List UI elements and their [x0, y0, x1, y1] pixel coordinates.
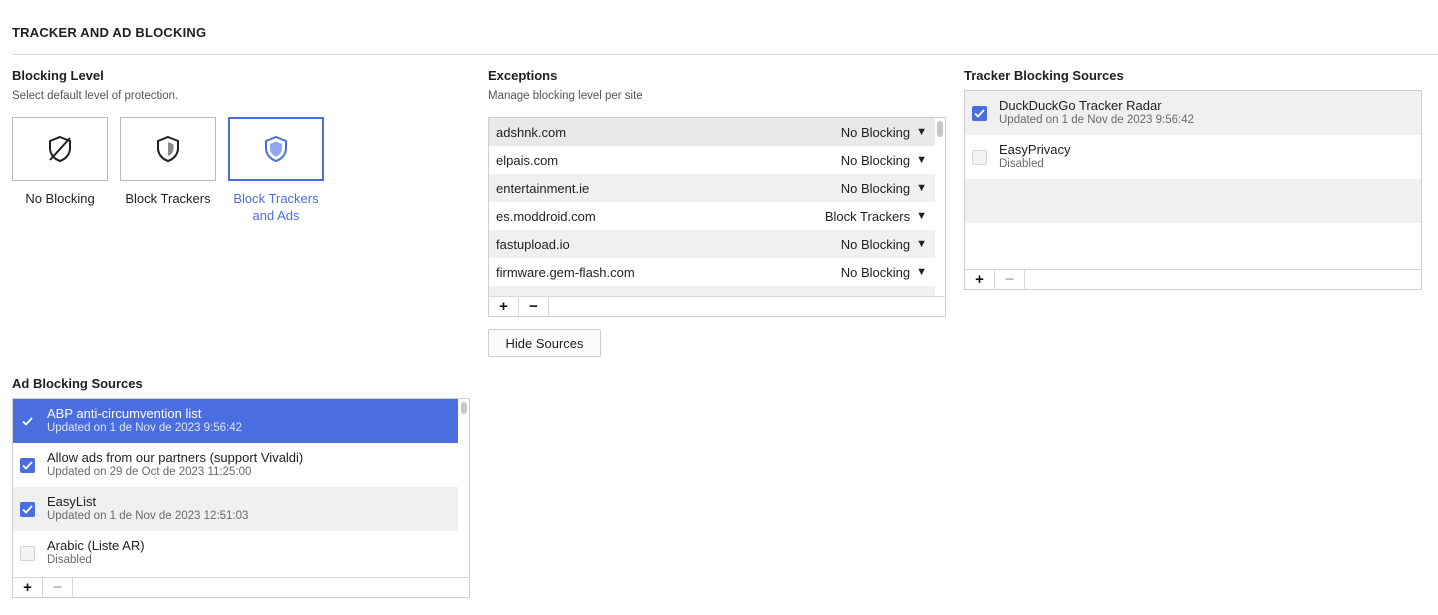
remove-tracker-source-button[interactable]: − — [995, 270, 1025, 289]
source-status: Updated on 29 de Oct de 2023 11:25:00 — [47, 466, 252, 478]
shield-full-icon — [265, 135, 287, 163]
caret-down-icon: ▼ — [916, 238, 927, 250]
remove-ad-source-button[interactable]: − — [43, 578, 73, 597]
remove-exception-button[interactable]: − — [519, 297, 549, 316]
exception-row[interactable]: adshnk.com No Blocking ▼ — [489, 118, 935, 146]
shield-half-icon — [157, 135, 179, 163]
section-divider — [12, 54, 1438, 55]
ad-sources-list[interactable]: ABP anti-circumvention list Updated on 1… — [12, 398, 470, 598]
add-ad-source-button[interactable]: + — [13, 578, 43, 597]
tile-block-trackers[interactable] — [120, 117, 216, 181]
source-name: ABP anti-circumvention list — [47, 406, 202, 421]
checkbox[interactable] — [972, 149, 987, 165]
exception-site: firmware.gem-flash.com — [496, 264, 635, 280]
tile-label-no-blocking[interactable]: No Blocking — [12, 190, 108, 207]
tile-block-trackers-and-ads[interactable] — [228, 117, 324, 181]
exceptions-list[interactable]: adshnk.com No Blocking ▼ elpais.com No Bl… — [488, 117, 946, 317]
exception-site: elpais.com — [496, 152, 559, 168]
exception-site: entertainment.ie — [496, 180, 590, 196]
blocking-level-heading: Blocking Level — [12, 68, 104, 83]
source-name: EasyList — [47, 494, 97, 509]
exception-row[interactable]: firmware.gem-flash.com No Blocking ▼ — [489, 258, 935, 286]
checkmark-icon — [22, 460, 33, 470]
checkbox[interactable] — [20, 457, 35, 473]
ad-sources-heading: Ad Blocking Sources — [12, 376, 143, 391]
shield-off-icon — [49, 135, 71, 163]
exceptions-description: Manage blocking level per site — [488, 90, 643, 102]
blocking-level-description: Select default level of protection. — [12, 90, 179, 102]
source-status: Updated on 1 de Nov de 2023 12:51:03 — [47, 510, 249, 522]
exception-level-dropdown[interactable]: No Blocking ▼ — [841, 181, 927, 196]
tile-label-line-1: Block Trackers — [233, 191, 319, 206]
source-status: Disabled — [47, 554, 92, 566]
checkmark-icon — [22, 504, 33, 514]
ad-source-row[interactable]: Allow ads from our partners (support Viv… — [13, 443, 458, 487]
checkbox[interactable] — [20, 501, 35, 517]
checkmark-icon — [22, 416, 33, 426]
ad-source-row[interactable]: EasyList Updated on 1 de Nov de 2023 12:… — [13, 487, 458, 531]
ad-sources-toolbar: + − — [13, 577, 469, 597]
caret-down-icon: ▼ — [916, 126, 927, 138]
hide-sources-button[interactable]: Hide Sources — [488, 329, 601, 357]
exception-site: es.moddroid.com — [496, 208, 596, 224]
exception-row[interactable]: elpais.com No Blocking ▼ — [489, 146, 935, 174]
source-name: EasyPrivacy — [999, 142, 1071, 157]
exception-level-dropdown[interactable]: No Blocking ▼ — [841, 265, 927, 280]
caret-down-icon: ▼ — [916, 154, 927, 166]
exceptions-heading: Exceptions — [488, 68, 558, 83]
exception-row[interactable]: fastupload.io No Blocking ▼ — [489, 230, 935, 258]
checkmark-icon — [974, 108, 985, 118]
checkbox[interactable] — [20, 414, 35, 429]
tile-no-blocking[interactable] — [12, 117, 108, 181]
exception-level-dropdown[interactable]: Block Trackers ▼ — [825, 209, 927, 224]
exception-row[interactable]: es.moddroid.com Block Trackers ▼ — [489, 202, 935, 230]
checkbox[interactable] — [972, 105, 987, 121]
section-title: TRACKER AND AD BLOCKING — [12, 25, 207, 40]
ad-sources-scrollbar[interactable] — [461, 402, 467, 414]
source-name: Arabic (Liste AR) — [47, 538, 145, 553]
ad-source-row[interactable]: Arabic (Liste AR) Disabled — [13, 531, 458, 575]
source-status: Disabled — [999, 158, 1044, 170]
exception-level-dropdown[interactable]: No Blocking ▼ — [841, 153, 927, 168]
tile-label-line-2: and Ads — [252, 208, 300, 223]
add-exception-button[interactable]: + — [489, 297, 519, 316]
tile-label-block-trackers-and-ads[interactable]: Block Trackers and Ads — [228, 190, 324, 224]
caret-down-icon: ▼ — [916, 182, 927, 194]
exception-site: fastupload.io — [496, 236, 570, 252]
exception-level-dropdown[interactable]: No Blocking ▼ — [841, 237, 927, 252]
caret-down-icon: ▼ — [916, 266, 927, 278]
tile-label-block-trackers[interactable]: Block Trackers — [120, 190, 216, 207]
tracker-sources-heading: Tracker Blocking Sources — [964, 68, 1124, 83]
tracker-source-row[interactable]: EasyPrivacy Disabled — [965, 135, 1421, 179]
source-status: Updated on 1 de Nov de 2023 9:56:42 — [47, 422, 243, 434]
empty-row — [965, 179, 1421, 223]
source-name: Allow ads from our partners (support Viv… — [47, 450, 304, 465]
exception-level-dropdown[interactable]: No Blocking ▼ — [841, 125, 927, 140]
source-status: Updated on 1 de Nov de 2023 9:56:42 — [999, 114, 1195, 126]
tracker-sources-list[interactable]: DuckDuckGo Tracker Radar Updated on 1 de… — [964, 90, 1422, 290]
exceptions-scrollbar[interactable] — [937, 121, 943, 137]
caret-down-icon: ▼ — [916, 210, 927, 222]
exceptions-toolbar: + − — [489, 296, 945, 316]
ad-source-row[interactable]: ABP anti-circumvention list Updated on 1… — [13, 399, 458, 443]
checkbox[interactable] — [20, 545, 35, 561]
exception-site: adshnk.com — [496, 124, 567, 140]
exception-row[interactable]: entertainment.ie No Blocking ▼ — [489, 174, 935, 202]
source-name: DuckDuckGo Tracker Radar — [999, 98, 1162, 113]
add-tracker-source-button[interactable]: + — [965, 270, 995, 289]
tracker-source-row[interactable]: DuckDuckGo Tracker Radar Updated on 1 de… — [965, 91, 1421, 135]
tracker-sources-toolbar: + − — [965, 269, 1421, 289]
